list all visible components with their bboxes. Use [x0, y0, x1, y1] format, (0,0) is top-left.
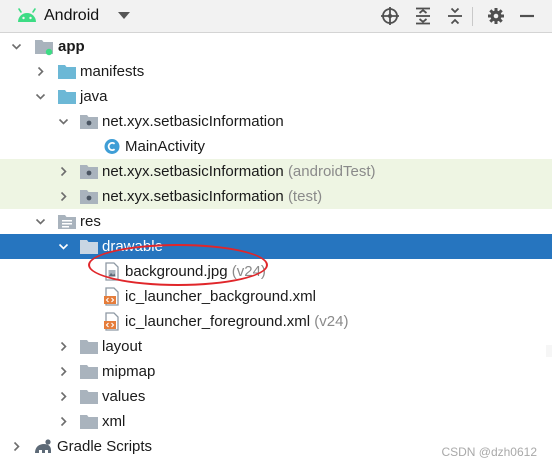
- tree-row-manifests[interactable]: manifests: [0, 59, 552, 84]
- collapse-all-icon[interactable]: [445, 6, 465, 26]
- folder-icon: [57, 62, 77, 81]
- chevron-right-icon[interactable]: [35, 66, 46, 77]
- tree-row-ic-launcher-foreground[interactable]: ic_launcher_foreground.xml (v24): [0, 309, 552, 334]
- tree-label: values: [102, 388, 146, 405]
- resource-folder-icon: [57, 212, 77, 231]
- tree-label: app: [58, 38, 85, 55]
- chevron-down-icon[interactable]: [35, 91, 46, 102]
- tree-label: drawable: [102, 238, 163, 255]
- folder-icon: [79, 362, 99, 381]
- tree-label: background.jpg (v24): [125, 263, 266, 280]
- folder-icon: [57, 87, 77, 106]
- chevron-down-icon[interactable]: [58, 241, 69, 252]
- project-toolbar: Android: [0, 0, 552, 33]
- tree-row-xml[interactable]: xml: [0, 409, 552, 434]
- image-file-icon: [102, 262, 122, 281]
- tree-label: manifests: [80, 63, 145, 80]
- tree-label: Gradle Scripts: [57, 438, 153, 455]
- tree-label: ic_launcher_background.xml: [125, 288, 316, 305]
- watermark: CSDN @dzh0612: [441, 445, 537, 459]
- expand-all-icon[interactable]: [413, 6, 433, 26]
- package-icon: [79, 187, 99, 206]
- chevron-right-icon[interactable]: [11, 441, 22, 452]
- tree-row-ic-launcher-background[interactable]: ic_launcher_background.xml: [0, 284, 552, 309]
- tree-label: mipmap: [102, 363, 156, 380]
- chevron-down-icon[interactable]: [11, 41, 22, 52]
- folder-icon: [79, 387, 99, 406]
- gear-icon[interactable]: [486, 6, 506, 26]
- tree-row-java[interactable]: java: [0, 84, 552, 109]
- tree-row-layout[interactable]: layout: [0, 334, 552, 359]
- chevron-right-icon[interactable]: [58, 391, 69, 402]
- chevron-right-icon[interactable]: [58, 341, 69, 352]
- chevron-right-icon[interactable]: [58, 191, 69, 202]
- tree-label: layout: [102, 338, 143, 355]
- view-selector-label[interactable]: Android: [44, 7, 99, 25]
- chevron-down-icon[interactable]: [58, 116, 69, 127]
- xml-file-icon: [102, 287, 122, 306]
- package-icon: [79, 112, 99, 131]
- chevron-down-icon[interactable]: [118, 12, 130, 19]
- tree-row-values[interactable]: values: [0, 384, 552, 409]
- folder-icon: [79, 237, 99, 256]
- toolbar-separator: [472, 7, 473, 26]
- scroll-edge: [546, 345, 552, 357]
- tree-row-app[interactable]: app: [0, 34, 552, 59]
- tree-label: net.xyx.setbasicInformation (test): [102, 188, 323, 205]
- class-icon: [102, 137, 122, 156]
- tree-row-background-jpg[interactable]: background.jpg (v24): [0, 259, 552, 284]
- folder-icon: [79, 412, 99, 431]
- tree-row-package-androidtest[interactable]: net.xyx.setbasicInformation (androidTest…: [0, 159, 552, 184]
- tree-row-res[interactable]: res: [0, 209, 552, 234]
- tree-row-mipmap[interactable]: mipmap: [0, 359, 552, 384]
- tree-label: xml: [102, 413, 126, 430]
- gradle-icon: [33, 437, 53, 456]
- tree-label: net.xyx.setbasicInformation (androidTest…: [102, 163, 376, 180]
- tree-label: ic_launcher_foreground.xml (v24): [125, 313, 349, 330]
- tree-row-package-test[interactable]: net.xyx.setbasicInformation (test): [0, 184, 552, 209]
- xml-file-icon: [102, 312, 122, 331]
- chevron-down-icon[interactable]: [35, 216, 46, 227]
- tree-label: net.xyx.setbasicInformation: [102, 113, 284, 130]
- chevron-right-icon[interactable]: [58, 366, 69, 377]
- chevron-right-icon[interactable]: [58, 416, 69, 427]
- tree-label: MainActivity: [125, 138, 206, 155]
- tree-row-mainactivity[interactable]: MainActivity: [0, 134, 552, 159]
- tree-row-drawable[interactable]: drawable: [0, 234, 552, 259]
- chevron-right-icon[interactable]: [58, 166, 69, 177]
- module-folder-icon: [34, 37, 54, 56]
- package-icon: [79, 162, 99, 181]
- folder-icon: [79, 337, 99, 356]
- tree-row-package-main[interactable]: net.xyx.setbasicInformation: [0, 109, 552, 134]
- target-icon[interactable]: [380, 6, 400, 26]
- android-icon: [18, 8, 36, 22]
- minimize-icon[interactable]: [517, 6, 537, 26]
- tree-label: java: [80, 88, 108, 105]
- tree-label: res: [80, 213, 101, 230]
